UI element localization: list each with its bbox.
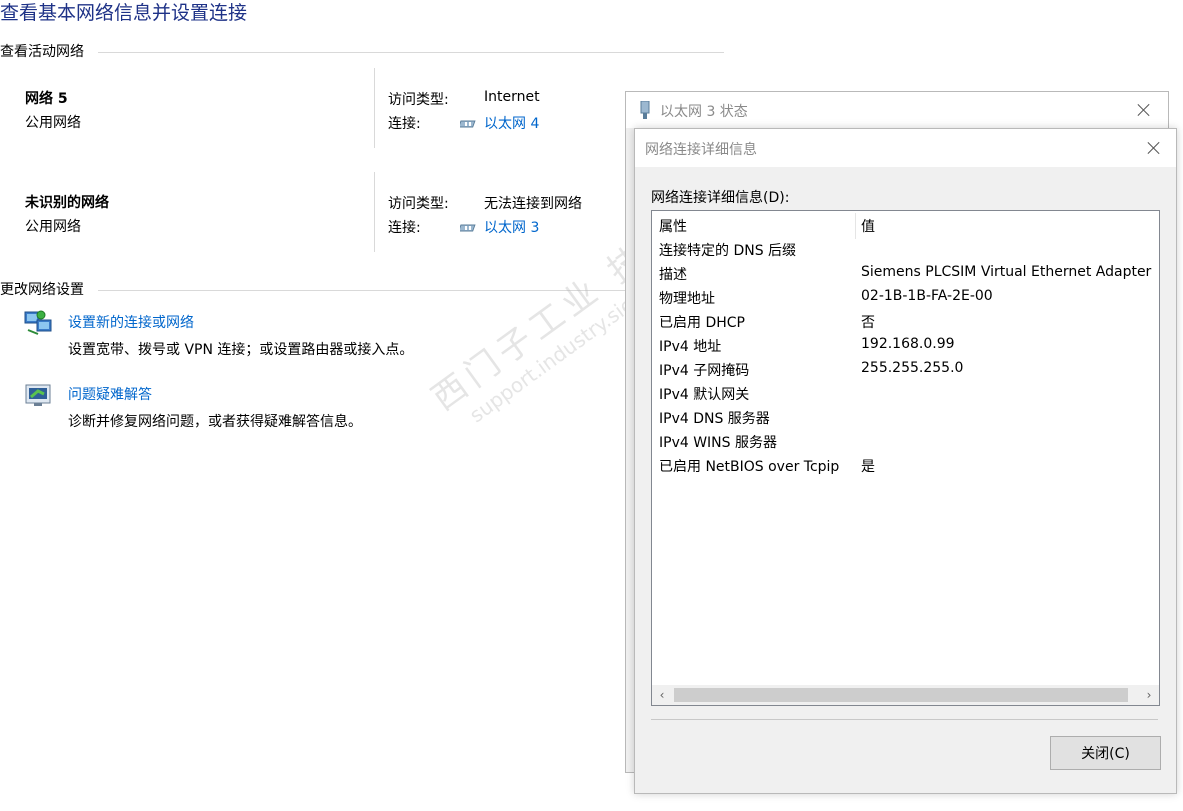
column-header-value[interactable]: 值 bbox=[861, 216, 875, 236]
network-setup-icon bbox=[24, 310, 52, 335]
window-title: 以太网 3 状态 bbox=[660, 104, 748, 120]
divider bbox=[98, 290, 628, 291]
connection-link-ethernet-3[interactable]: 以太网 3 bbox=[460, 217, 539, 237]
table-row[interactable]: 物理地址 02-1B-1B-FA-2E-00 bbox=[652, 285, 1159, 309]
close-icon[interactable] bbox=[1135, 101, 1153, 119]
access-type-value: 无法连接到网络 bbox=[484, 196, 582, 212]
details-list-label: 网络连接详细信息(D): bbox=[651, 190, 790, 206]
task-description: 诊断并修复网络问题，或者获得疑难解答信息。 bbox=[68, 414, 362, 430]
column-divider[interactable] bbox=[855, 213, 856, 239]
details-list[interactable]: 属性 值 连接特定的 DNS 后缀 描述 Siemens PLCSIM Virtu… bbox=[651, 210, 1160, 706]
horizontal-scrollbar[interactable]: ‹ › bbox=[652, 685, 1159, 705]
connection-label: 连接: bbox=[388, 220, 421, 236]
divider bbox=[651, 719, 1158, 720]
connection-details-dialog[interactable]: 网络连接详细信息 网络连接详细信息(D): 属性 值 连接特定的 DNS 后缀 … bbox=[634, 128, 1177, 794]
table-row[interactable]: 连接特定的 DNS 后缀 bbox=[652, 237, 1159, 261]
column-header-property[interactable]: 属性 bbox=[659, 216, 687, 236]
divider bbox=[98, 52, 724, 53]
title-bar[interactable]: 以太网 3 状态 bbox=[626, 92, 1168, 128]
active-networks-header: 查看活动网络 bbox=[0, 44, 84, 60]
table-row[interactable]: IPv4 WINS 服务器 bbox=[652, 429, 1159, 453]
divider bbox=[374, 172, 375, 252]
connection-link-ethernet-4[interactable]: 以太网 4 bbox=[460, 113, 539, 133]
dialog-title: 网络连接详细信息 bbox=[645, 142, 757, 158]
table-row[interactable]: 已启用 NetBIOS over Tcpip 是 bbox=[652, 453, 1159, 477]
close-icon[interactable] bbox=[1145, 139, 1163, 157]
access-type-label: 访问类型: bbox=[388, 196, 449, 212]
connection-link-label[interactable]: 以太网 3 bbox=[484, 220, 539, 236]
connection-label: 连接: bbox=[388, 116, 421, 132]
ethernet-icon bbox=[460, 120, 476, 128]
divider bbox=[374, 68, 375, 148]
table-row[interactable]: IPv4 默认网关 bbox=[652, 381, 1159, 405]
network-name: 未识别的网络 bbox=[25, 195, 109, 211]
chevron-right-icon[interactable]: › bbox=[1142, 688, 1156, 702]
access-type-label: 访问类型: bbox=[388, 92, 449, 108]
table-row[interactable]: 描述 Siemens PLCSIM Virtual Ethernet Adapte… bbox=[652, 261, 1159, 285]
ethernet-icon bbox=[460, 224, 476, 232]
network-category[interactable]: 公用网络 bbox=[25, 112, 81, 132]
change-settings-header: 更改网络设置 bbox=[0, 282, 84, 298]
page-title: 查看基本网络信息并设置连接 bbox=[0, 2, 248, 24]
scroll-thumb[interactable] bbox=[674, 688, 1128, 702]
chevron-left-icon[interactable]: ‹ bbox=[655, 688, 669, 702]
connection-link-label[interactable]: 以太网 4 bbox=[484, 116, 539, 132]
table-row[interactable]: IPv4 子网掩码 255.255.255.0 bbox=[652, 357, 1159, 381]
ethernet-adapter-icon bbox=[640, 101, 650, 119]
troubleshoot-link[interactable]: 问题疑难解答 bbox=[68, 384, 152, 404]
troubleshoot-icon bbox=[25, 384, 51, 406]
table-row[interactable]: IPv4 DNS 服务器 bbox=[652, 405, 1159, 429]
close-button[interactable]: 关闭(C) bbox=[1050, 736, 1161, 770]
network-category[interactable]: 公用网络 bbox=[25, 216, 81, 236]
list-header[interactable]: 属性 值 bbox=[652, 213, 1159, 239]
access-type-value: Internet bbox=[484, 89, 540, 105]
table-row[interactable]: IPv4 地址 192.168.0.99 bbox=[652, 333, 1159, 357]
title-bar[interactable]: 网络连接详细信息 bbox=[635, 129, 1176, 167]
task-description: 设置宽带、拨号或 VPN 连接；或设置路由器或接入点。 bbox=[68, 342, 414, 358]
table-row[interactable]: 已启用 DHCP 否 bbox=[652, 309, 1159, 333]
network-name: 网络 5 bbox=[25, 91, 68, 107]
setup-new-connection-link[interactable]: 设置新的连接或网络 bbox=[68, 312, 194, 332]
